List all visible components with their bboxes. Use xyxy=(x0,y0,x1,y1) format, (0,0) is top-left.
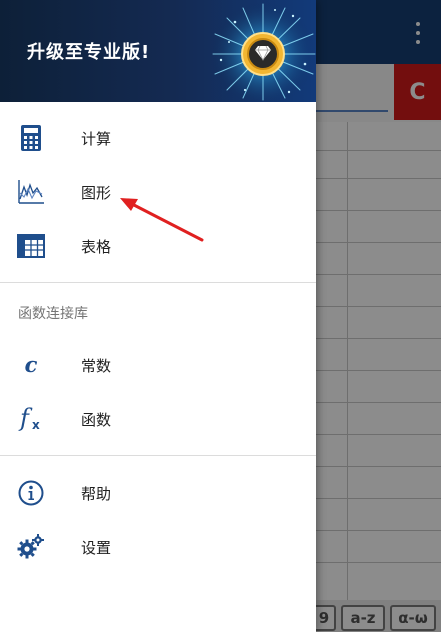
premium-diamond-badge-icon[interactable] xyxy=(205,0,316,102)
function-fx-icon: f x xyxy=(16,404,46,434)
menu-divider xyxy=(0,455,316,456)
nav-item-label: 常数 xyxy=(81,356,112,375)
info-icon xyxy=(16,478,46,508)
nav-item-label: 函数 xyxy=(81,410,112,429)
upgrade-title[interactable]: 升级至专业版! xyxy=(27,38,150,64)
upgrade-banner[interactable]: 升级至专业版! xyxy=(0,0,316,102)
nav-item-calculate[interactable]: 计算 xyxy=(0,111,316,165)
nav-item-label: 设置 xyxy=(81,538,112,557)
graph-icon xyxy=(16,177,46,207)
nav-item-label: 计算 xyxy=(81,129,112,148)
library-section-title: 函数连接库 xyxy=(18,306,88,322)
svg-text:x: x xyxy=(32,418,40,432)
calculator-icon xyxy=(16,123,46,153)
svg-text:f: f xyxy=(18,405,33,432)
nav-item-settings[interactable]: 设置 xyxy=(0,520,316,574)
menu-divider xyxy=(0,282,316,283)
nav-item-label: 图形 xyxy=(81,183,112,202)
svg-text:c: c xyxy=(25,352,38,377)
navigation-drawer: 升级至专业版! 计算 图形 表格 函数连接库 c 常数 f x 函数 帮助 设置 xyxy=(0,0,316,632)
table-icon xyxy=(16,231,46,261)
nav-item-label: 帮助 xyxy=(81,484,112,503)
nav-item-label: 表格 xyxy=(81,237,112,256)
constant-c-icon: c xyxy=(16,350,46,380)
nav-item-constants[interactable]: c 常数 xyxy=(0,338,316,392)
red-annotation-arrow-icon xyxy=(120,198,204,242)
nav-item-functions[interactable]: f x 函数 xyxy=(0,392,316,446)
settings-gears-icon xyxy=(16,532,46,562)
nav-item-help[interactable]: 帮助 xyxy=(0,466,316,520)
